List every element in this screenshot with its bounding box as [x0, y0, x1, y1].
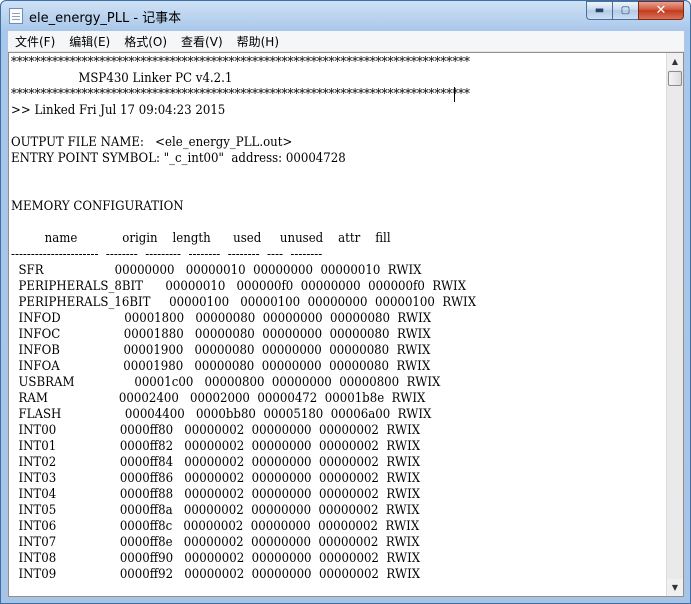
- caption-buttons: ▬ ▢ ✕: [586, 1, 684, 21]
- notepad-icon[interactable]: [9, 8, 23, 24]
- text-line: INFOD 00001800 00000080 00000000 0000008…: [11, 311, 432, 326]
- menu-file[interactable]: 文件(F): [8, 33, 62, 50]
- document-text[interactable]: ****************************************…: [11, 55, 665, 596]
- text-caret: [454, 87, 455, 102]
- text-line: INT02 0000ff84 00000002 00000000 0000000…: [11, 455, 421, 470]
- maximize-button[interactable]: ▢: [612, 1, 638, 20]
- text-line: PERIPHERALS_8BIT 00000010 000000f0 00000…: [11, 279, 467, 294]
- text-line: INT09 0000ff92 00000002 00000000 0000000…: [11, 567, 421, 582]
- text-line: PERIPHERALS_16BIT 00000100 00000100 0000…: [11, 295, 477, 310]
- menu-edit[interactable]: 编辑(E): [62, 33, 117, 50]
- text-line: MEMORY CONFIGURATION: [11, 199, 184, 214]
- scroll-up-arrow-icon: ▲: [671, 57, 679, 66]
- text-line: ENTRY POINT SYMBOL: "_c_int00" address: …: [11, 151, 346, 166]
- text-line: ****************************************…: [11, 55, 470, 70]
- text-line: name origin length used unused attr fill: [11, 231, 391, 246]
- menu-format[interactable]: 格式(O): [117, 33, 174, 50]
- text-editor[interactable]: ****************************************…: [8, 52, 684, 597]
- text-line: [11, 119, 603, 135]
- text-line: INT07 0000ff8e 00000002 00000000 0000000…: [11, 535, 420, 550]
- menu-help[interactable]: 帮助(H): [230, 33, 286, 50]
- window-title: ele_energy_PLL - 记事本: [29, 11, 182, 26]
- text-line: SFR 00000000 00000010 00000000 00000010 …: [11, 263, 422, 278]
- minimize-icon: ▬: [594, 5, 605, 16]
- text-line: ---------------------- -------- --------…: [11, 247, 323, 262]
- text-line: >> Linked Fri Jul 17 09:04:23 2015: [11, 103, 226, 118]
- text-line: [11, 215, 603, 231]
- text-line: INT06 0000ff8c 00000002 00000000 0000000…: [11, 519, 420, 534]
- text-line: OUTPUT FILE NAME: <ele_energy_PLL.out>: [11, 135, 293, 150]
- close-button[interactable]: ✕: [638, 1, 684, 20]
- text-line: USBRAM 00001c00 00000800 00000000 000008…: [11, 375, 441, 390]
- scroll-thumb[interactable]: [668, 71, 682, 86]
- text-line: ****************************************…: [11, 87, 470, 102]
- text-line: INFOB 00001900 00000080 00000000 0000008…: [11, 343, 431, 358]
- text-line: RAM 00002400 00002000 00000472 00001b8e …: [11, 391, 426, 406]
- text-line: INFOC 00001880 00000080 00000000 0000008…: [11, 327, 431, 342]
- text-line: INT05 0000ff8a 00000002 00000000 0000000…: [11, 503, 420, 518]
- maximize-icon: ▢: [620, 5, 631, 16]
- text-line: [11, 183, 603, 199]
- text-line: INT04 0000ff88 00000002 00000000 0000000…: [11, 487, 421, 502]
- close-icon: ✕: [655, 3, 667, 18]
- text-line: INT08 0000ff90 00000002 00000000 0000000…: [11, 551, 421, 566]
- minimize-button[interactable]: ▬: [586, 1, 612, 20]
- text-line: INT00 0000ff80 00000002 00000000 0000000…: [11, 423, 421, 438]
- text-line: FLASH 00004400 0000bb80 00005180 00006a0…: [11, 407, 432, 422]
- menu-view[interactable]: 查看(V): [174, 33, 230, 50]
- scroll-up-button[interactable]: ▲: [667, 53, 683, 70]
- title-bar[interactable]: ele_energy_PLL - 记事本 ▬ ▢ ✕: [1, 1, 690, 31]
- text-line: [11, 167, 603, 183]
- vertical-scrollbar[interactable]: ▲ ▼: [666, 53, 683, 596]
- text-line: INT03 0000ff86 00000002 00000000 0000000…: [11, 471, 421, 486]
- scroll-down-arrow-icon: ▼: [671, 583, 679, 592]
- menu-bar: 文件(F) 编辑(E) 格式(O) 查看(V) 帮助(H): [8, 31, 684, 52]
- text-line: INFOA 00001980 00000080 00000000 0000008…: [11, 359, 431, 374]
- notepad-window: ele_energy_PLL - 记事本 ▬ ▢ ✕ 文件(F) 编辑(E) 格…: [0, 0, 691, 604]
- scroll-down-button[interactable]: ▼: [667, 579, 683, 596]
- text-line: INT01 0000ff82 00000002 00000000 0000000…: [11, 439, 421, 454]
- text-line: MSP430 Linker PC v4.2.1: [11, 71, 233, 86]
